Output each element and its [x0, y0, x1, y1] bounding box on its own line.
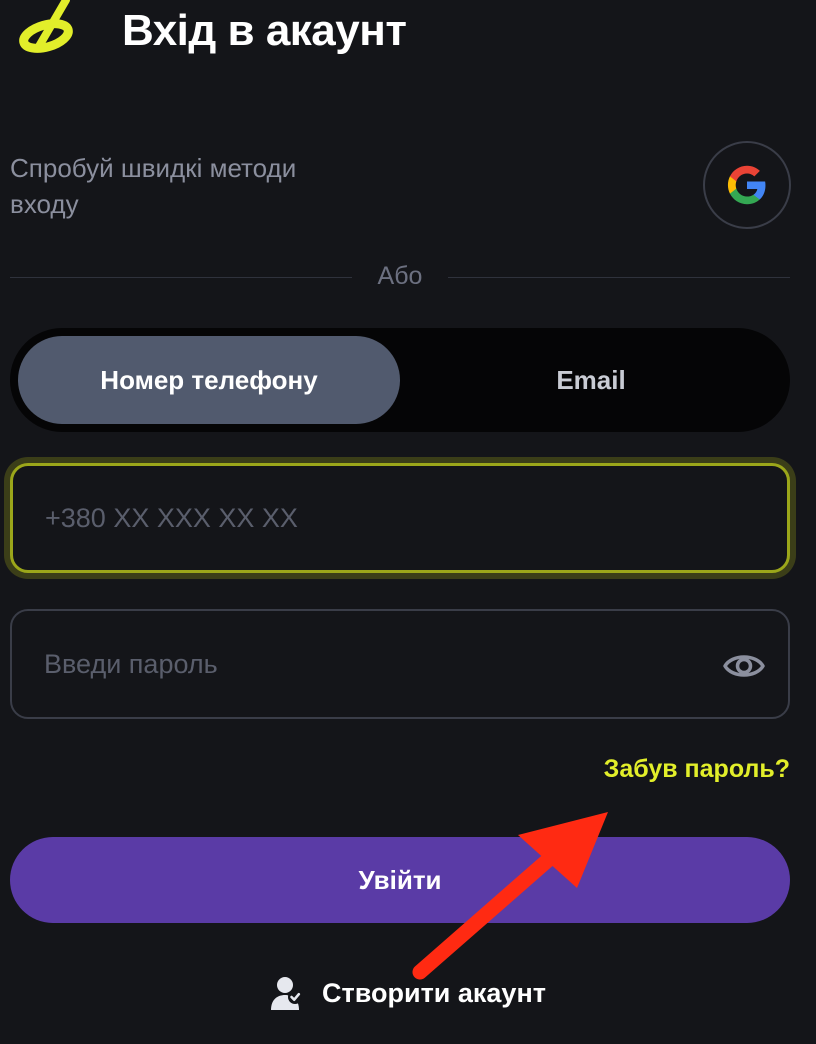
password-input[interactable]	[44, 611, 684, 717]
tab-email[interactable]: Email	[400, 336, 782, 424]
eye-icon[interactable]	[722, 644, 766, 688]
google-login-button[interactable]	[703, 141, 791, 229]
forgot-password-link[interactable]: Забув пароль?	[604, 755, 790, 784]
divider-line-right	[448, 277, 790, 278]
or-divider-label: Або	[377, 262, 423, 290]
brand-logo-icon[interactable]	[10, 0, 86, 56]
phone-field-container	[10, 463, 790, 573]
user-check-icon	[271, 977, 303, 1010]
header: Вхід в акаунт	[0, 0, 816, 70]
google-icon	[727, 165, 766, 205]
page-title: Вхід в акаунт	[122, 6, 407, 55]
login-button[interactable]: Увійти	[10, 837, 790, 923]
login-method-tabs: Номер телефону Email	[10, 328, 790, 432]
quick-login-text: Спробуй швидкі методи входу	[10, 153, 297, 219]
phone-input[interactable]	[45, 466, 685, 570]
tab-phone-number[interactable]: Номер телефону	[18, 336, 400, 424]
password-field-container	[10, 609, 790, 719]
divider-line-left	[10, 277, 352, 278]
create-account-label: Створити акаунт	[322, 977, 546, 1008]
create-account-link[interactable]: Створити акаунт	[0, 968, 816, 1018]
